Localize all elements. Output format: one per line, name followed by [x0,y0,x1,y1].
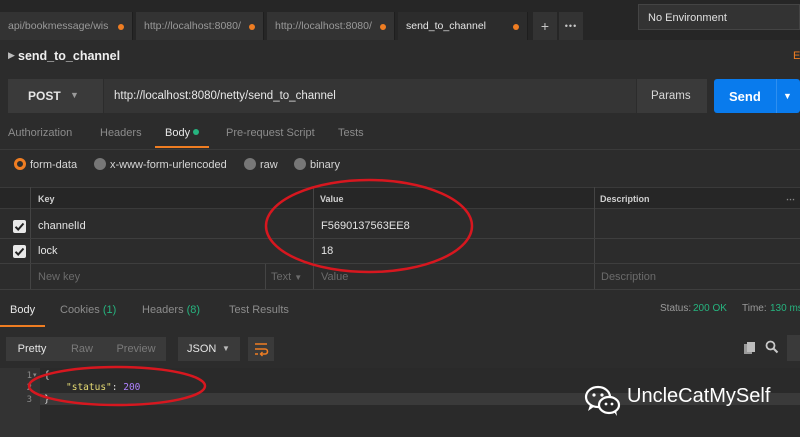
request-tab-active[interactable]: send_to_channel [398,12,528,40]
radio-form-data[interactable] [14,158,26,170]
active-dot-icon [193,129,200,135]
tab-label: Headers [142,304,184,316]
send-options-button[interactable]: ▼ [776,79,800,113]
params-button[interactable]: Params [637,79,707,113]
request-tab-2[interactable]: http://localhost:8080/ [136,12,264,40]
copy-button[interactable] [743,341,757,358]
tab-body-label: Body [165,127,191,139]
unsaved-dot-icon [249,24,255,30]
column-header-description: Description [600,194,650,204]
count-badge: (1) [102,304,117,316]
collapse-arrow-icon[interactable]: ▶ [8,50,15,61]
method-label: POST [28,89,61,103]
time-value: 130 ms [770,303,800,314]
format-select[interactable]: JSON ▼ [178,337,240,361]
more-icon: ••• [564,21,578,31]
plus-icon: + [540,18,550,34]
radio-label-binary: binary [310,159,340,171]
radio-label-form-data: form-data [30,159,78,171]
params-label: Params [651,90,691,102]
radio-label-urlencoded: x-www-form-urlencoded [110,159,227,171]
copy-icon [744,342,755,354]
unsaved-dot-icon [118,24,124,30]
tab-label: Cookies [60,304,100,316]
cut-off-label: E [793,50,800,62]
new-key-input[interactable]: New key [38,271,80,283]
row-checkbox[interactable] [13,245,26,258]
checkmark-icon [14,247,25,256]
format-label: JSON [187,343,217,355]
raw-button[interactable]: Raw [58,337,106,361]
search-button[interactable] [765,340,779,357]
method-select[interactable]: POST ▼ [8,79,103,113]
radio-raw[interactable] [244,158,256,170]
active-tab-indicator [0,325,45,327]
request-tab-label: http://localhost:8080/ [144,20,241,32]
environment-label: No Environment [648,12,727,24]
wechat-logo-icon [584,385,622,420]
checkmark-icon [14,222,25,231]
divider [0,149,800,150]
row-key[interactable]: lock [38,245,58,257]
response-tab-body[interactable]: Body [10,304,35,316]
request-tab-1[interactable]: api/bookmessage/wis [0,12,133,40]
pretty-button[interactable]: Pretty [6,337,58,361]
unsaved-dot-icon [513,24,519,30]
url-input[interactable]: http://localhost:8080/netty/send_to_chan… [104,79,636,113]
row-checkbox[interactable] [13,220,26,233]
request-tab-label: http://localhost:8080/ [275,20,372,32]
row-key[interactable]: channelId [38,220,86,232]
tab-authorization[interactable]: Authorization [8,127,72,139]
tab-headers[interactable]: Headers [100,127,142,139]
response-tab-headers[interactable]: Headers (8) [142,304,200,316]
wrap-lines-icon [255,343,269,357]
chevron-down-icon: ▼ [222,344,230,353]
column-header-key: Key [38,194,55,204]
new-tab-button[interactable]: + [533,12,557,40]
url-text: http://localhost:8080/netty/send_to_chan… [114,90,336,102]
request-name: send_to_channel [18,49,121,63]
tab-prerequest-script[interactable]: Pre-request Script [226,127,315,139]
tab-tests[interactable]: Tests [338,127,364,139]
more-tabs-button[interactable]: ••• [559,12,583,40]
count-badge: (8) [186,304,201,316]
divider [0,289,800,290]
request-tab-label: send_to_channel [406,20,486,32]
search-icon [765,340,779,354]
watermark-text: UncleCatMySelf [627,385,771,407]
radio-label-raw: raw [260,159,278,171]
radio-binary[interactable] [294,158,306,170]
response-tab-cookies[interactable]: Cookies (1) [60,304,116,316]
save-response-button[interactable] [787,335,800,361]
more-icon[interactable]: ⋯ [786,194,795,205]
chevron-down-icon: ▼ [783,91,792,101]
status-label: Status: [660,303,692,314]
active-tab-indicator [155,146,209,148]
annotation-ellipse [27,365,207,407]
request-tab-3[interactable]: http://localhost:8080/ [267,12,395,40]
radio-urlencoded[interactable] [94,158,106,170]
tab-body[interactable]: Body [165,127,200,139]
time-label: Time: [742,303,767,314]
request-tab-label: api/bookmessage/wis [8,20,109,32]
unsaved-dot-icon [380,24,386,30]
annotation-ellipse [264,178,474,274]
send-label: Send [729,89,761,104]
new-description-input[interactable]: Description [601,271,656,283]
chevron-down-icon: ▼ [70,90,79,100]
status-value: 200 OK [693,303,727,314]
send-button[interactable]: Send [714,79,776,113]
preview-button[interactable]: Preview [106,337,166,361]
response-tab-test-results[interactable]: Test Results [229,304,289,316]
wrap-lines-button[interactable] [248,337,274,361]
environment-select[interactable]: No Environment [638,4,800,30]
